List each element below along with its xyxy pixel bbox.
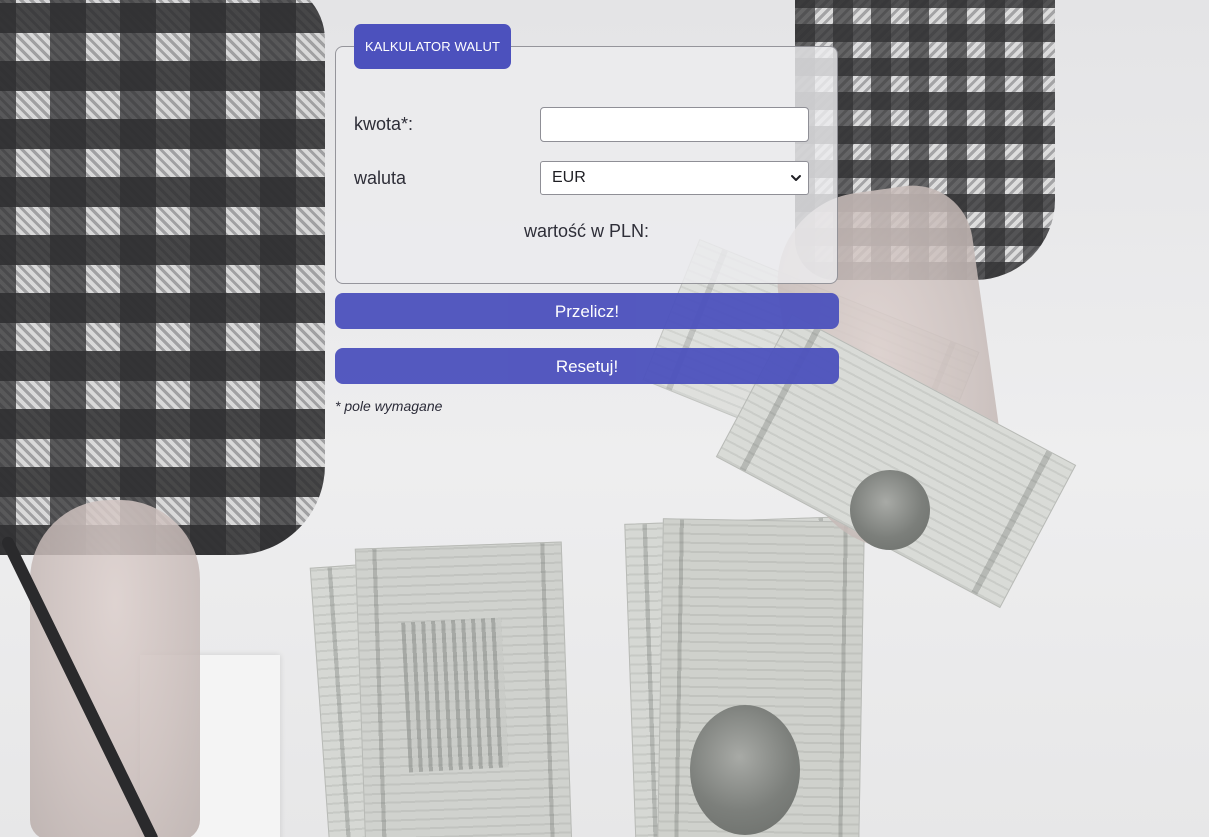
- background-banknote-portrait: [850, 470, 930, 550]
- required-field-note: * pole wymagane: [335, 398, 443, 414]
- background-sleeve-left: [0, 0, 325, 555]
- amount-label: kwota*:: [354, 113, 414, 134]
- currency-calculator: KALKULATOR WALUT kwota*: waluta EUR wart…: [335, 24, 840, 414]
- reset-button[interactable]: Resetuj!: [335, 348, 839, 384]
- calculator-fieldset: kwota*: waluta EUR wartość w PLN:: [335, 46, 838, 284]
- calculate-button[interactable]: Przelicz!: [335, 293, 839, 329]
- background-banknote-building: [401, 617, 509, 773]
- chevron-down-icon: [791, 175, 801, 181]
- calculator-title: KALKULATOR WALUT: [354, 24, 511, 69]
- result-label: wartość w PLN:: [523, 221, 650, 241]
- currency-label: waluta: [354, 167, 407, 188]
- amount-row: kwota*:: [354, 106, 809, 142]
- currency-select-value: EUR: [552, 169, 586, 186]
- background-hand-left: [30, 500, 200, 837]
- background-banknote-portrait: [690, 705, 800, 835]
- currency-select[interactable]: EUR: [540, 161, 809, 195]
- amount-input[interactable]: [539, 106, 809, 142]
- currency-row: waluta EUR: [354, 161, 809, 195]
